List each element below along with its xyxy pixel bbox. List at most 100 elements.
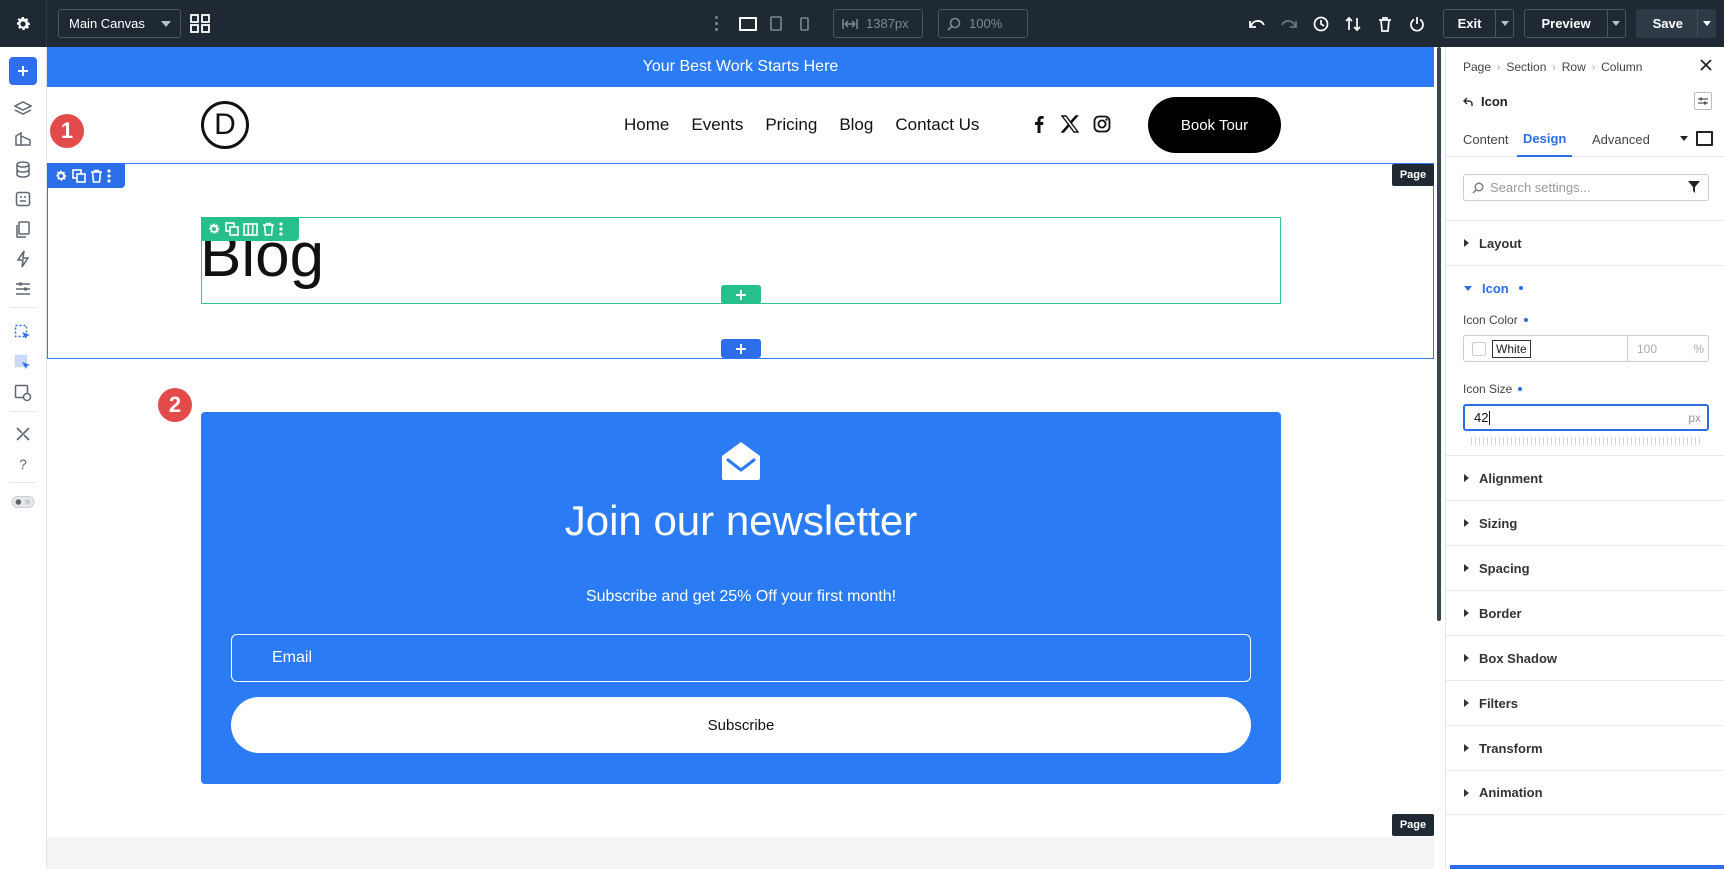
sort-arrows-icon[interactable]: [1337, 0, 1369, 47]
row-delete-icon[interactable]: [262, 222, 275, 236]
lightning-icon[interactable]: [11, 247, 35, 271]
instagram-icon[interactable]: [1093, 115, 1111, 133]
theme-toggle[interactable]: [11, 490, 35, 514]
close-icon[interactable]: [1700, 59, 1712, 71]
tab-design[interactable]: Design: [1517, 121, 1573, 157]
drag-handle-icon[interactable]: [712, 16, 720, 31]
divider: [10, 411, 36, 412]
redo-icon[interactable]: [1273, 0, 1305, 47]
canvas-scrollbar[interactable]: [1437, 47, 1441, 621]
section-duplicate-icon[interactable]: [72, 168, 86, 183]
desktop-view-icon[interactable]: [734, 9, 762, 38]
group-filters[interactable]: Filters: [1446, 680, 1724, 725]
tab-content[interactable]: Content: [1463, 121, 1509, 157]
section-settings-icon[interactable]: [54, 169, 68, 183]
row-columns-icon[interactable]: [243, 222, 258, 236]
help-icon[interactable]: ?: [11, 452, 35, 476]
group-animation[interactable]: Animation: [1446, 770, 1724, 815]
zoom-field[interactable]: 100%: [938, 9, 1028, 38]
search-input[interactable]: Search settings...: [1463, 174, 1709, 201]
history-icon[interactable]: [1305, 0, 1337, 47]
multi-select-icon[interactable]: [11, 351, 35, 375]
template-icon[interactable]: [11, 187, 35, 211]
select-cursor-icon[interactable]: [11, 321, 35, 345]
tablet-view-icon[interactable]: [762, 9, 790, 38]
group-spacing[interactable]: Spacing: [1446, 545, 1724, 590]
row-duplicate-icon[interactable]: [225, 222, 239, 236]
group-label: Spacing: [1479, 560, 1530, 576]
undo-icon[interactable]: [1241, 0, 1273, 47]
subscribe-button[interactable]: Subscribe: [231, 697, 1251, 753]
preview-box-icon[interactable]: [1696, 131, 1713, 146]
row-more-icon[interactable]: [279, 222, 283, 236]
group-layout[interactable]: Layout: [1446, 220, 1724, 265]
module-options-icon[interactable]: [1694, 92, 1712, 110]
breadcrumb-section[interactable]: Section: [1506, 60, 1546, 74]
group-border[interactable]: Border: [1446, 590, 1724, 635]
chevron-down-icon[interactable]: [1680, 136, 1688, 141]
icon-size-unit: px: [1688, 410, 1701, 425]
preview-button[interactable]: Preview: [1524, 9, 1626, 38]
tools-icon[interactable]: [11, 422, 35, 446]
facebook-icon[interactable]: [1034, 115, 1044, 133]
pages-icon[interactable]: [11, 217, 35, 241]
nav-link-events[interactable]: Events: [691, 115, 743, 135]
color-swatch[interactable]: [1472, 341, 1486, 356]
icon-color-value[interactable]: White: [1492, 339, 1531, 358]
exit-button[interactable]: Exit: [1442, 9, 1515, 38]
settings-list-icon[interactable]: [11, 277, 35, 301]
caret-right-icon: [1464, 609, 1469, 617]
caret-right-icon: [1464, 564, 1469, 572]
modified-dot: [1518, 286, 1523, 290]
site-logo[interactable]: D: [201, 101, 249, 149]
filter-icon[interactable]: [1688, 181, 1700, 193]
group-alignment[interactable]: Alignment: [1446, 455, 1724, 500]
group-transform[interactable]: Transform: [1446, 725, 1724, 770]
add-section-button[interactable]: [721, 339, 761, 358]
save-button[interactable]: Save: [1635, 9, 1716, 38]
row-settings-icon[interactable]: [207, 222, 221, 236]
icon-color-field[interactable]: White 100 %: [1463, 335, 1709, 362]
design-library-icon[interactable]: [11, 127, 35, 151]
nav-link-home[interactable]: Home: [624, 115, 669, 135]
add-module-button[interactable]: [9, 57, 37, 85]
nav-link-pricing[interactable]: Pricing: [765, 115, 817, 135]
breadcrumb-column[interactable]: Column: [1601, 60, 1642, 74]
icon-size-slider[interactable]: [1471, 437, 1701, 445]
email-field[interactable]: Email: [231, 634, 1251, 682]
breadcrumb-page[interactable]: Page: [1463, 60, 1491, 74]
save-dropdown-icon[interactable]: [1697, 10, 1715, 37]
preview-dropdown-icon[interactable]: [1606, 10, 1625, 37]
section-more-icon[interactable]: [107, 168, 111, 183]
database-icon[interactable]: [11, 157, 35, 181]
grid-icon[interactable]: [190, 14, 210, 33]
tab-advanced[interactable]: Advanced: [1592, 121, 1650, 157]
book-tour-button[interactable]: Book Tour: [1148, 97, 1281, 153]
newsletter-card: Join our newsletter Subscribe and get 25…: [201, 412, 1281, 784]
exit-dropdown-icon[interactable]: [1495, 10, 1513, 37]
tab-more[interactable]: [1680, 131, 1713, 146]
opacity-field[interactable]: 100 %: [1627, 336, 1710, 361]
section-delete-icon[interactable]: [90, 169, 103, 183]
canvas-width-field[interactable]: 1387px: [833, 9, 923, 38]
settings-gear-icon[interactable]: [0, 0, 47, 47]
plus-icon: [736, 289, 746, 300]
envelope-open-icon[interactable]: [720, 440, 762, 482]
canvas-select[interactable]: Main Canvas: [58, 9, 181, 38]
phone-view-icon[interactable]: [790, 9, 818, 38]
icon-size-input[interactable]: 42 px: [1463, 404, 1709, 431]
group-sizing[interactable]: Sizing: [1446, 500, 1724, 545]
responsive-layout-icon[interactable]: [11, 381, 35, 405]
nav-link-contact[interactable]: Contact Us: [895, 115, 979, 135]
layers-icon[interactable]: [11, 97, 35, 121]
power-icon[interactable]: [1401, 0, 1433, 47]
x-twitter-icon[interactable]: [1061, 115, 1079, 133]
trash-icon[interactable]: [1369, 0, 1401, 47]
group-box-shadow[interactable]: Box Shadow: [1446, 635, 1724, 680]
group-icon[interactable]: Icon: [1446, 265, 1724, 310]
nav-link-blog[interactable]: Blog: [839, 115, 873, 135]
add-row-button[interactable]: [721, 285, 761, 304]
back-arrow-icon[interactable]: [1463, 96, 1473, 107]
caret-right-icon: [1464, 239, 1469, 247]
breadcrumb-row[interactable]: Row: [1562, 60, 1586, 74]
